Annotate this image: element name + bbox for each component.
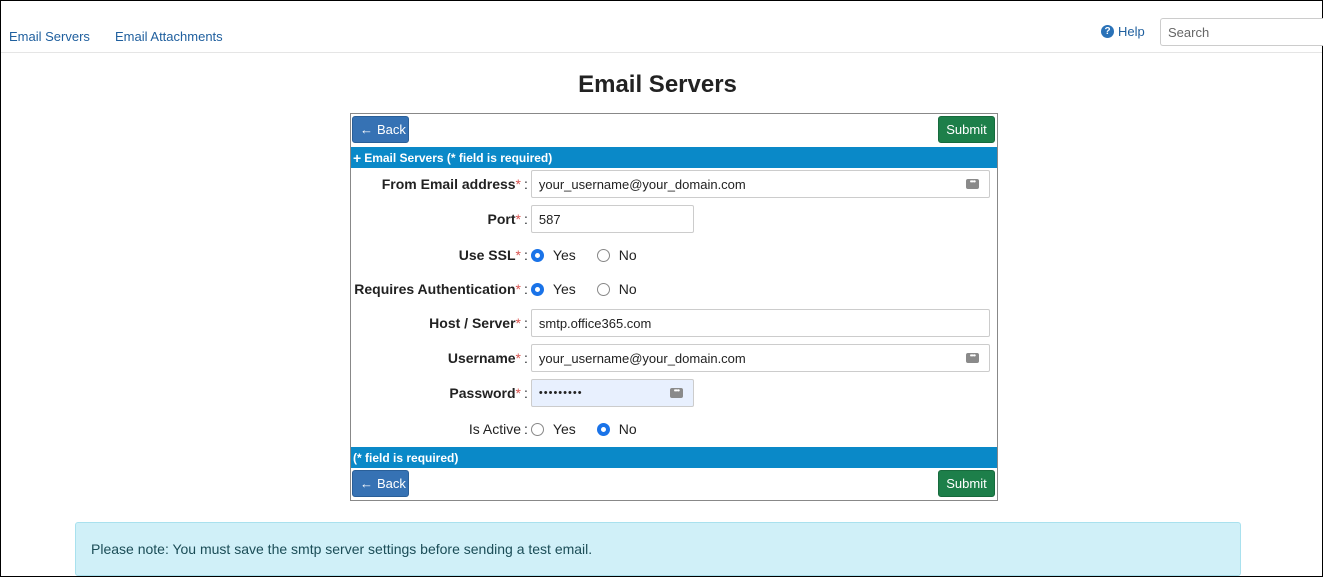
use-ssl-row: Use SSL* : Yes No <box>351 240 997 270</box>
password-manager-icon[interactable]: ••• <box>669 387 683 398</box>
from-email-value: your_username@your_domain.com <box>538 176 746 192</box>
requires-auth-row: Requires Authentication* : Yes No <box>351 274 997 304</box>
radio-label-no: No <box>618 247 637 263</box>
host-input[interactable]: smtp.office365.com <box>530 309 990 337</box>
username-row: Username* : your_username@your_domain.co… <box>351 343 997 373</box>
back-label: Back <box>377 476 406 491</box>
colon: : <box>524 247 528 263</box>
password-label: Password* <box>449 385 521 401</box>
info-note-text: Please note: You must save the smtp serv… <box>91 541 593 557</box>
use-ssl-radio-group: Yes No <box>530 247 658 263</box>
page-title: Email Servers <box>578 71 737 98</box>
password-value: ••••••••• <box>538 387 583 399</box>
submit-label: Submit <box>946 122 987 137</box>
arrow-left-icon: ← <box>360 476 373 491</box>
form-footer-text: (* field is required) <box>353 450 459 465</box>
use-ssl-no-radio[interactable] <box>596 248 610 262</box>
is-active-radio-group: Yes No <box>530 421 658 437</box>
port-row: Port* : 587 <box>351 204 997 234</box>
is-active-yes-radio[interactable] <box>530 422 544 436</box>
port-input[interactable]: 587 <box>530 205 694 233</box>
username-value: your_username@your_domain.com <box>538 350 746 366</box>
colon: : <box>524 350 528 366</box>
question-circle-icon: ? <box>1101 25 1114 38</box>
host-label: Host / Server* <box>429 315 521 331</box>
requires-auth-label: Requires Authentication* <box>354 281 521 297</box>
requires-auth-yes-radio[interactable] <box>530 282 544 296</box>
form-footer-bar: (* field is required) <box>351 447 997 468</box>
submit-label: Submit <box>946 476 987 491</box>
back-label: Back <box>377 122 406 137</box>
is-active-no-radio[interactable] <box>596 422 610 436</box>
radio-label-yes: Yes <box>552 421 576 437</box>
port-label: Port* <box>487 211 521 227</box>
username-input[interactable]: your_username@your_domain.com ••• <box>530 344 990 372</box>
radio-label-no: No <box>618 421 637 437</box>
host-value: smtp.office365.com <box>538 315 652 331</box>
arrow-left-icon: ← <box>360 122 373 137</box>
colon: : <box>524 211 528 227</box>
radio-label-yes: Yes <box>552 281 576 297</box>
email-server-form: ← Back Submit + Email Servers (* field i… <box>350 113 998 501</box>
colon: : <box>524 176 528 192</box>
from-email-row: From Email address* : your_username@your… <box>351 169 997 199</box>
radio-label-yes: Yes <box>552 247 576 263</box>
back-button[interactable]: ← Back <box>352 116 409 143</box>
host-row: Host / Server* : smtp.office365.com <box>351 308 997 338</box>
from-email-input[interactable]: your_username@your_domain.com ••• <box>530 170 990 198</box>
use-ssl-label: Use SSL* <box>458 247 521 263</box>
help-label: Help <box>1118 24 1145 39</box>
password-input[interactable]: ••••••••• ••• <box>530 379 694 407</box>
search-input[interactable] <box>1160 18 1323 46</box>
colon: : <box>524 281 528 297</box>
requires-auth-radio-group: Yes No <box>530 281 658 297</box>
from-email-label: From Email address* <box>381 176 521 192</box>
colon: : <box>524 385 528 401</box>
info-note: Please note: You must save the smtp serv… <box>75 522 1241 576</box>
form-header-bar: + Email Servers (* field is required) <box>351 147 997 168</box>
colon: : <box>524 421 528 437</box>
colon: : <box>524 315 528 331</box>
submit-button-bottom[interactable]: Submit <box>938 470 995 497</box>
plus-icon: + <box>353 149 362 166</box>
port-value: 587 <box>538 211 561 227</box>
is-active-row: Is Active : Yes No <box>351 414 997 444</box>
radio-label-no: No <box>618 281 637 297</box>
password-row: Password* : ••••••••• ••• <box>351 378 997 408</box>
back-button-bottom[interactable]: ← Back <box>352 470 409 497</box>
help-link[interactable]: ? Help <box>1101 24 1145 39</box>
use-ssl-yes-radio[interactable] <box>530 248 544 262</box>
is-active-label: Is Active <box>468 421 521 437</box>
nav-link-email-servers[interactable]: Email Servers <box>9 29 90 44</box>
password-manager-icon[interactable]: ••• <box>965 352 979 363</box>
nav-link-email-attachments[interactable]: Email Attachments <box>115 29 223 44</box>
password-manager-icon[interactable]: ••• <box>965 178 979 189</box>
form-header-text: Email Servers (* field is required) <box>364 150 553 165</box>
submit-button[interactable]: Submit <box>938 116 995 143</box>
top-nav: Email Servers Email Attachments ? Help <box>1 1 1323 53</box>
requires-auth-no-radio[interactable] <box>596 282 610 296</box>
username-label: Username* <box>447 350 521 366</box>
